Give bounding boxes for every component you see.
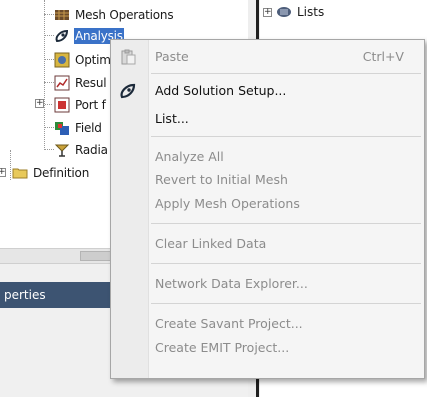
menu-item-add-solution-setup[interactable]: Add Solution Setup...	[113, 80, 422, 102]
add-solution-setup-icon	[119, 83, 137, 99]
menu-separator	[151, 263, 421, 264]
tree-item-label: Definition	[33, 166, 90, 180]
menu-item-paste[interactable]: Paste Ctrl+V	[113, 46, 422, 68]
paste-icon	[119, 49, 137, 65]
lists-icon	[276, 4, 292, 20]
menu-item-label: Clear Linked Data	[155, 236, 267, 251]
tree-connector-line	[10, 150, 11, 180]
menu-item-network-data-explorer[interactable]: Network Data Explorer...	[113, 273, 422, 295]
menu-item-shortcut: Ctrl+V	[362, 49, 404, 64]
menu-item-analyze-all[interactable]: Analyze All	[113, 146, 422, 168]
menu-item-label: Add Solution Setup...	[155, 83, 287, 98]
menu-item-revert-to-initial-mesh[interactable]: Revert to Initial Mesh	[113, 169, 422, 191]
tree-item-results[interactable]: Resul	[54, 73, 107, 93]
menu-item-label: Analyze All	[155, 149, 224, 164]
analysis-setup-icon	[54, 28, 70, 44]
menu-separator	[151, 303, 421, 304]
tree-connector-line	[44, 127, 54, 128]
tree-item-radiation[interactable]: Radia	[54, 140, 109, 160]
tree-item-label: Radia	[75, 143, 108, 157]
context-menu: Paste Ctrl+V Add Solution Setup... List.…	[110, 39, 425, 379]
expand-plus-icon[interactable]: +	[35, 99, 44, 108]
menu-separator	[151, 223, 421, 224]
tree-item-field-overlays[interactable]: Field	[54, 118, 103, 138]
menu-item-apply-mesh-operations[interactable]: Apply Mesh Operations	[113, 193, 422, 215]
menu-item-label: Create EMIT Project...	[155, 340, 290, 355]
properties-title: perties	[4, 288, 46, 302]
field-overlays-icon	[54, 120, 70, 136]
menu-item-label: Apply Mesh Operations	[155, 196, 300, 211]
tree-connector-line	[44, 59, 54, 60]
tree-connector-line	[44, 149, 54, 150]
menu-separator	[151, 73, 421, 74]
menu-item-label: List...	[155, 111, 189, 126]
tree-item-optimetrics[interactable]: Optim	[54, 50, 112, 70]
tree-connector-line	[44, 35, 54, 36]
expand-plus-icon[interactable]: +	[0, 168, 6, 177]
tree-item-lists[interactable]: Lists	[276, 3, 325, 21]
expand-plus-icon[interactable]: +	[263, 8, 272, 17]
radiation-icon	[54, 142, 70, 158]
tree-item-label: Optim	[75, 53, 111, 67]
folder-icon	[12, 165, 28, 181]
tree-item-label: Lists	[297, 5, 325, 19]
menu-item-list[interactable]: List...	[113, 108, 422, 130]
tree-item-label: Port f	[75, 98, 106, 112]
menu-item-create-savant-project[interactable]: Create Savant Project...	[113, 313, 422, 335]
port-field-display-icon	[54, 97, 70, 113]
results-icon	[54, 75, 70, 91]
tree-item-label: Resul	[75, 76, 107, 90]
tree-connector-line	[44, 82, 54, 83]
tree-item-definitions[interactable]: Definition	[12, 163, 90, 183]
tree-item-label: Field	[75, 121, 102, 135]
mesh-operations-icon	[54, 7, 70, 23]
menu-item-label: Paste	[155, 49, 189, 64]
menu-item-create-emit-project[interactable]: Create EMIT Project...	[113, 337, 422, 359]
menu-item-label: Network Data Explorer...	[155, 276, 308, 291]
menu-item-clear-linked-data[interactable]: Clear Linked Data	[113, 233, 422, 255]
tree-item-mesh-operations[interactable]: Mesh Operations	[54, 5, 174, 25]
tree-item-label: Mesh Operations	[75, 8, 174, 22]
tree-item-port-field-display[interactable]: Port f	[54, 95, 107, 115]
optimetrics-icon	[54, 52, 70, 68]
menu-separator	[151, 136, 421, 137]
menu-item-label: Create Savant Project...	[155, 316, 303, 331]
tree-connector-line	[44, 14, 54, 15]
menu-item-label: Revert to Initial Mesh	[155, 172, 288, 187]
